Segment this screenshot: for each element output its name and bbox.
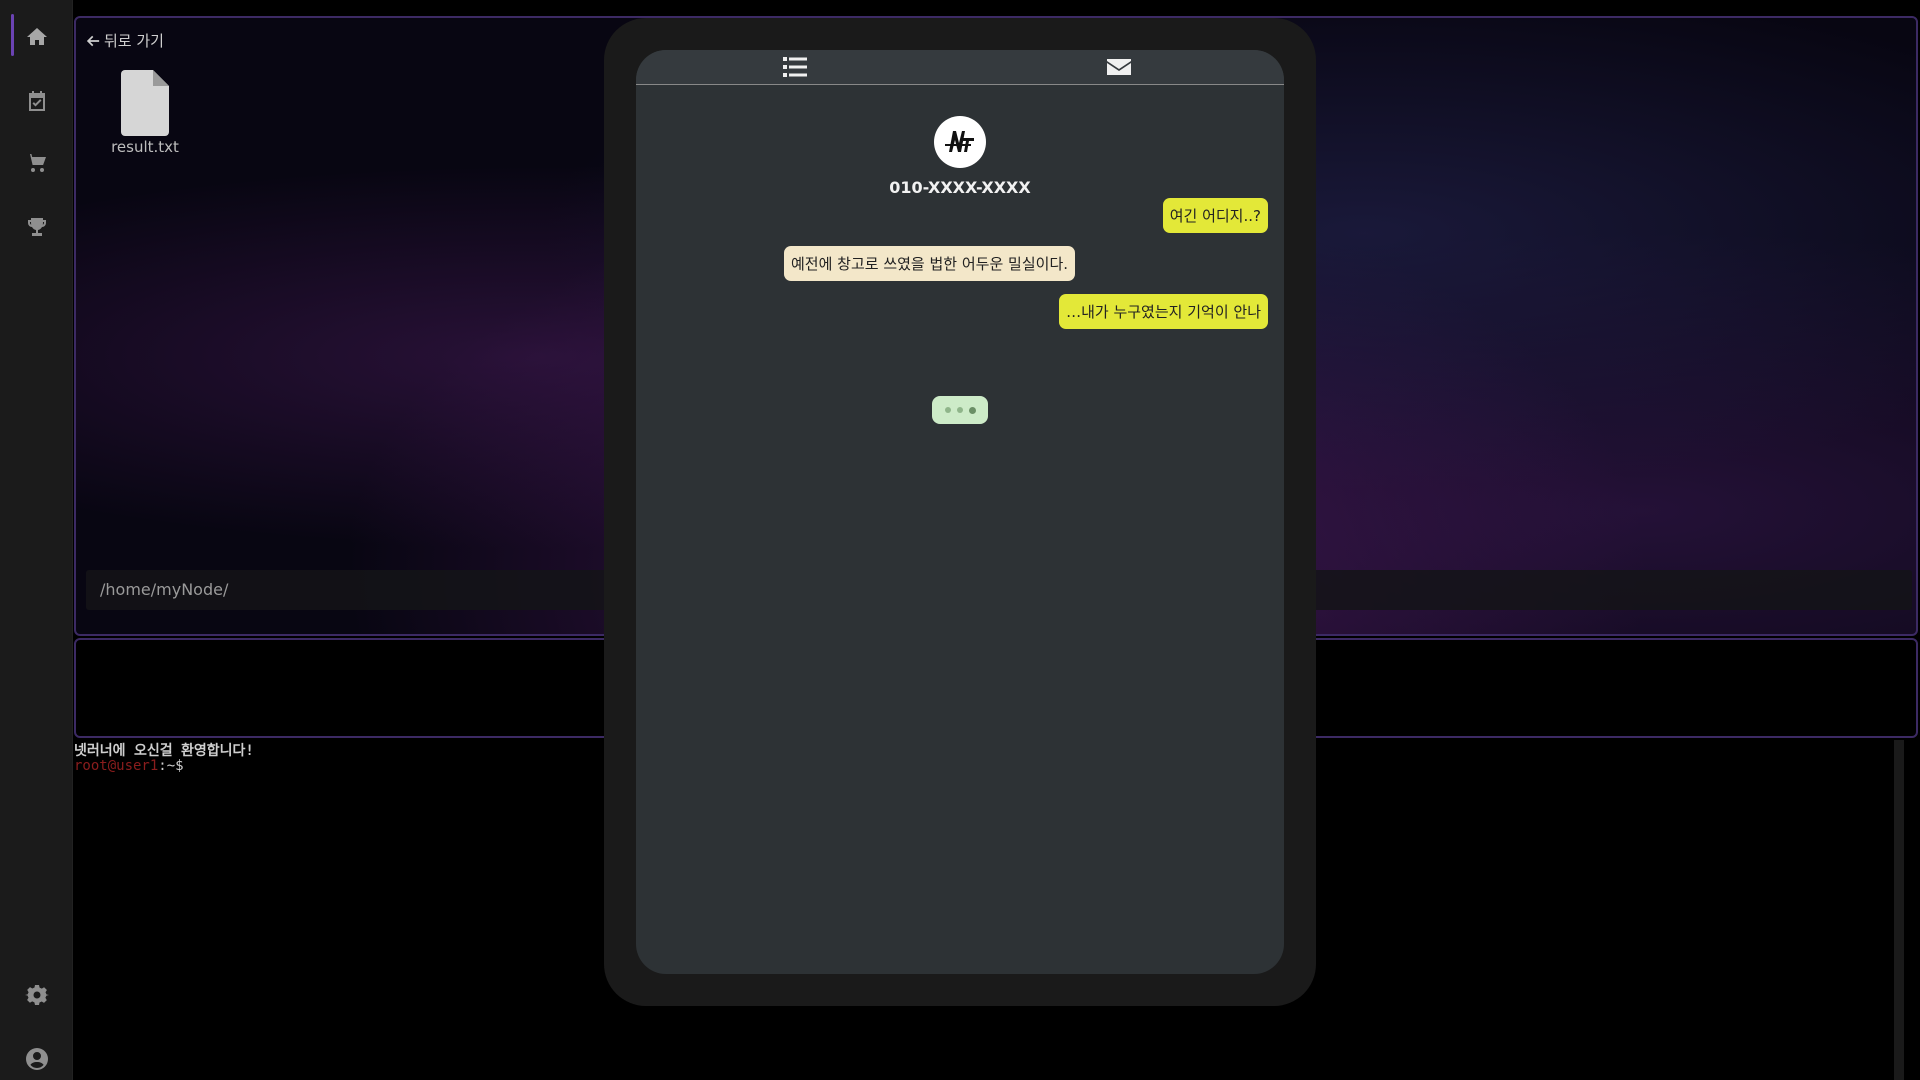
gear-icon[interactable] bbox=[22, 980, 52, 1010]
cart-icon[interactable] bbox=[22, 148, 52, 178]
message-bubble-received: 예전에 창고로 쓰였을 법한 어두운 밀실이다. bbox=[784, 246, 1076, 281]
message-bubble-sent: 여긴 어디지..? bbox=[1162, 198, 1268, 233]
contact-number: 010-XXXX-XXXX bbox=[889, 178, 1031, 197]
trophy-icon[interactable] bbox=[22, 212, 52, 242]
path-text: /home/myNode/ bbox=[100, 580, 229, 599]
typing-dot bbox=[956, 407, 963, 413]
document-icon bbox=[121, 70, 169, 136]
arrow-left-icon bbox=[86, 35, 100, 46]
file-name: result.txt bbox=[111, 138, 179, 156]
phone-screen: 010-XXXX-XXXX 여긴 어디지..? 예전에 창고로 쓰였을 법한 어… bbox=[636, 50, 1284, 974]
terminal-welcome: 넷러너에 오신걸 환영합니다! bbox=[74, 743, 254, 759]
typing-dot bbox=[968, 406, 976, 414]
back-button-label: 뒤로 가기 bbox=[104, 32, 164, 50]
phone-tab-bar bbox=[636, 50, 1284, 85]
contact-avatar bbox=[934, 116, 986, 168]
message-bubble-sent: …내가 누구였는지 기억이 안나 bbox=[1059, 294, 1268, 329]
phone-frame: 010-XXXX-XXXX 여긴 어디지..? 예전에 창고로 쓰였을 법한 어… bbox=[604, 18, 1316, 1006]
list-icon[interactable] bbox=[782, 54, 808, 80]
sidebar-active-indicator bbox=[11, 14, 14, 56]
netrunner-logo-icon bbox=[945, 131, 974, 152]
file-icon-result[interactable]: result.txt bbox=[100, 70, 190, 156]
typing-dot bbox=[944, 407, 951, 413]
terminal-user: root@user1 bbox=[74, 758, 159, 774]
envelope-icon[interactable] bbox=[1106, 54, 1132, 80]
terminal-scrollbar[interactable] bbox=[1894, 740, 1904, 1080]
sidebar bbox=[0, 0, 73, 1080]
home-icon[interactable] bbox=[22, 22, 52, 52]
terminal-prompt-suffix: :~$ bbox=[158, 758, 184, 774]
terminal-prompt: root@user1:~$ bbox=[74, 758, 184, 774]
user-circle-icon[interactable] bbox=[22, 1044, 52, 1074]
calendar-check-icon[interactable] bbox=[22, 86, 52, 116]
typing-indicator bbox=[932, 396, 988, 424]
back-button[interactable]: 뒤로 가기 bbox=[86, 30, 164, 51]
